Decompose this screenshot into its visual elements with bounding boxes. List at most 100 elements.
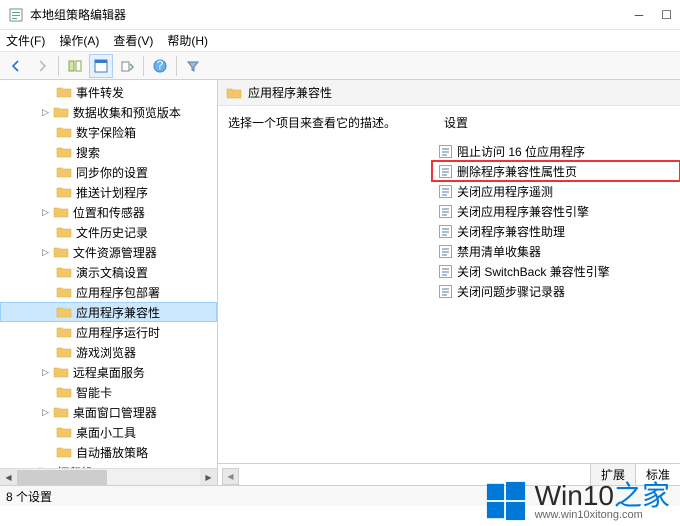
setting-label: 关闭 SwitchBack 兼容性引擎 (457, 263, 610, 280)
tab-standard[interactable]: 标准 (635, 463, 680, 485)
tree-item-label: 游戏浏览器 (76, 344, 136, 361)
tree-item-label: 位置和传感器 (73, 204, 145, 221)
policy-icon (438, 204, 453, 219)
watermark-domain: www.win10xitong.com (535, 510, 643, 521)
tree-item-label: 数字保险箱 (76, 124, 136, 141)
tree-item[interactable]: 应用程序包部署 (0, 282, 217, 302)
tree-item-label: 数据收集和预览版本 (73, 104, 181, 121)
status-text: 8 个设置 (6, 488, 52, 505)
tree-item-label: 文件历史记录 (76, 224, 148, 241)
setting-label: 禁用清单收集器 (457, 243, 541, 260)
setting-item[interactable]: 关闭问题步骤记录器 (432, 281, 680, 301)
tree-item[interactable]: 同步你的设置 (0, 162, 217, 182)
tree-horizontal-scrollbar[interactable]: ◀ ▶ (0, 468, 217, 485)
setting-item[interactable]: 关闭应用程序兼容性引擎 (432, 201, 680, 221)
path-header: 应用程序兼容性 (218, 80, 680, 106)
menu-view[interactable]: 查看(V) (113, 32, 153, 49)
tree-item[interactable]: 自动播放策略 (0, 442, 217, 462)
window-title: 本地组策略编辑器 (30, 6, 635, 23)
setting-label: 关闭问题步骤记录器 (457, 283, 565, 300)
setting-label: 阻止访问 16 位应用程序 (457, 143, 585, 160)
minimize-button[interactable]: ─ (635, 8, 644, 22)
tree-item[interactable]: 游戏浏览器 (0, 342, 217, 362)
toolbar: ? (0, 52, 680, 80)
settings-list[interactable]: 阻止访问 16 位应用程序删除程序兼容性属性页关闭应用程序遥测关闭应用程序兼容性… (432, 137, 680, 463)
tree-item[interactable]: 应用程序运行时 (0, 322, 217, 342)
setting-item[interactable]: 关闭应用程序遥测 (432, 181, 680, 201)
maximize-button[interactable]: ☐ (661, 8, 672, 22)
tree-item[interactable]: 远程桌面服务 (0, 362, 217, 382)
properties-button[interactable] (89, 54, 113, 78)
tree-item[interactable]: 事件转发 (0, 82, 217, 102)
tree-item[interactable]: 应用程序兼容性 (0, 302, 217, 322)
forward-button[interactable] (30, 54, 54, 78)
details-pane: 应用程序兼容性 选择一个项目来查看它的描述。 设置 阻止访问 16 位应用程序删… (218, 80, 680, 485)
tree-item[interactable]: 文件历史记录 (0, 222, 217, 242)
tree-item-label: 事件转发 (76, 84, 124, 101)
setting-item[interactable]: 关闭程序兼容性助理 (432, 221, 680, 241)
policy-icon (438, 224, 453, 239)
tree-item[interactable]: 推送计划程序 (0, 182, 217, 202)
tree-item[interactable]: 搜索 (0, 142, 217, 162)
menu-file[interactable]: 文件(F) (6, 32, 45, 49)
tree-item[interactable]: 桌面窗口管理器 (0, 402, 217, 422)
tree-item[interactable]: 文件资源管理器 (0, 242, 217, 262)
tree-item-label: 桌面窗口管理器 (73, 404, 157, 421)
scroll-left-button[interactable]: ◀ (0, 469, 17, 486)
tree-pane: 事件转发数据收集和预览版本数字保险箱搜索同步你的设置推送计划程序位置和传感器文件… (0, 80, 218, 485)
setting-label: 删除程序兼容性属性页 (457, 163, 577, 180)
tree-item-label: 应用程序包部署 (76, 284, 160, 301)
tree-item-label: 应用程序运行时 (76, 324, 160, 341)
tree-item[interactable]: 数字保险箱 (0, 122, 217, 142)
content-area: 事件转发数据收集和预览版本数字保险箱搜索同步你的设置推送计划程序位置和传感器文件… (0, 80, 680, 486)
back-button[interactable] (4, 54, 28, 78)
tree-item-label: 文件资源管理器 (73, 244, 157, 261)
tree-item-label: 智能卡 (76, 384, 112, 401)
policy-icon (438, 184, 453, 199)
setting-item[interactable]: 删除程序兼容性属性页 (432, 161, 680, 181)
svg-text:?: ? (157, 59, 164, 72)
tab-scroll-left[interactable]: ◀ (222, 468, 239, 485)
tree-item-label: 应用程序兼容性 (76, 304, 160, 321)
tree-item[interactable]: 数据收集和预览版本 (0, 102, 217, 122)
app-icon (8, 7, 24, 23)
tabs-row: ◀ 扩展 标准 (218, 463, 680, 485)
tree-item[interactable]: 桌面小工具 (0, 422, 217, 442)
folder-icon (226, 86, 242, 100)
tree-item-label: 演示文稿设置 (76, 264, 148, 281)
tree-item-label: 同步你的设置 (76, 164, 148, 181)
menu-action[interactable]: 操作(A) (59, 32, 99, 49)
setting-item[interactable]: 阻止访问 16 位应用程序 (432, 141, 680, 161)
tree-item-label: 桌面小工具 (76, 424, 136, 441)
tree-item-label: 自动播放策略 (76, 444, 148, 461)
policy-icon (438, 144, 453, 159)
menu-help[interactable]: 帮助(H) (167, 32, 208, 49)
filter-button[interactable] (181, 54, 205, 78)
settings-header[interactable]: 设置 (444, 114, 468, 131)
tree-item-label: 搜索 (76, 144, 100, 161)
menubar: 文件(F) 操作(A) 查看(V) 帮助(H) (0, 30, 680, 52)
description-row: 选择一个项目来查看它的描述。 设置 (218, 106, 680, 137)
tree-item-label: 远程桌面服务 (73, 364, 145, 381)
setting-label: 关闭应用程序遥测 (457, 183, 553, 200)
show-hide-tree-button[interactable] (63, 54, 87, 78)
tree-item[interactable]: 演示文稿设置 (0, 262, 217, 282)
policy-icon (438, 244, 453, 259)
tree[interactable]: 事件转发数据收集和预览版本数字保险箱搜索同步你的设置推送计划程序位置和传感器文件… (0, 80, 217, 468)
help-button[interactable]: ? (148, 54, 172, 78)
setting-label: 关闭应用程序兼容性引擎 (457, 203, 589, 220)
titlebar: 本地组策略编辑器 ─ ☐ (0, 0, 680, 30)
setting-item[interactable]: 关闭 SwitchBack 兼容性引擎 (432, 261, 680, 281)
tab-extended[interactable]: 扩展 (590, 463, 636, 485)
tree-item[interactable]: 智能卡 (0, 382, 217, 402)
scroll-thumb[interactable] (17, 470, 107, 485)
description-text: 选择一个项目来查看它的描述。 (228, 114, 396, 131)
policy-icon (438, 164, 453, 179)
scroll-right-button[interactable]: ▶ (200, 469, 217, 486)
setting-item[interactable]: 禁用清单收集器 (432, 241, 680, 261)
tree-item[interactable]: 位置和传感器 (0, 202, 217, 222)
policy-icon (438, 264, 453, 279)
policy-icon (438, 284, 453, 299)
scroll-track[interactable] (17, 469, 200, 486)
export-button[interactable] (115, 54, 139, 78)
